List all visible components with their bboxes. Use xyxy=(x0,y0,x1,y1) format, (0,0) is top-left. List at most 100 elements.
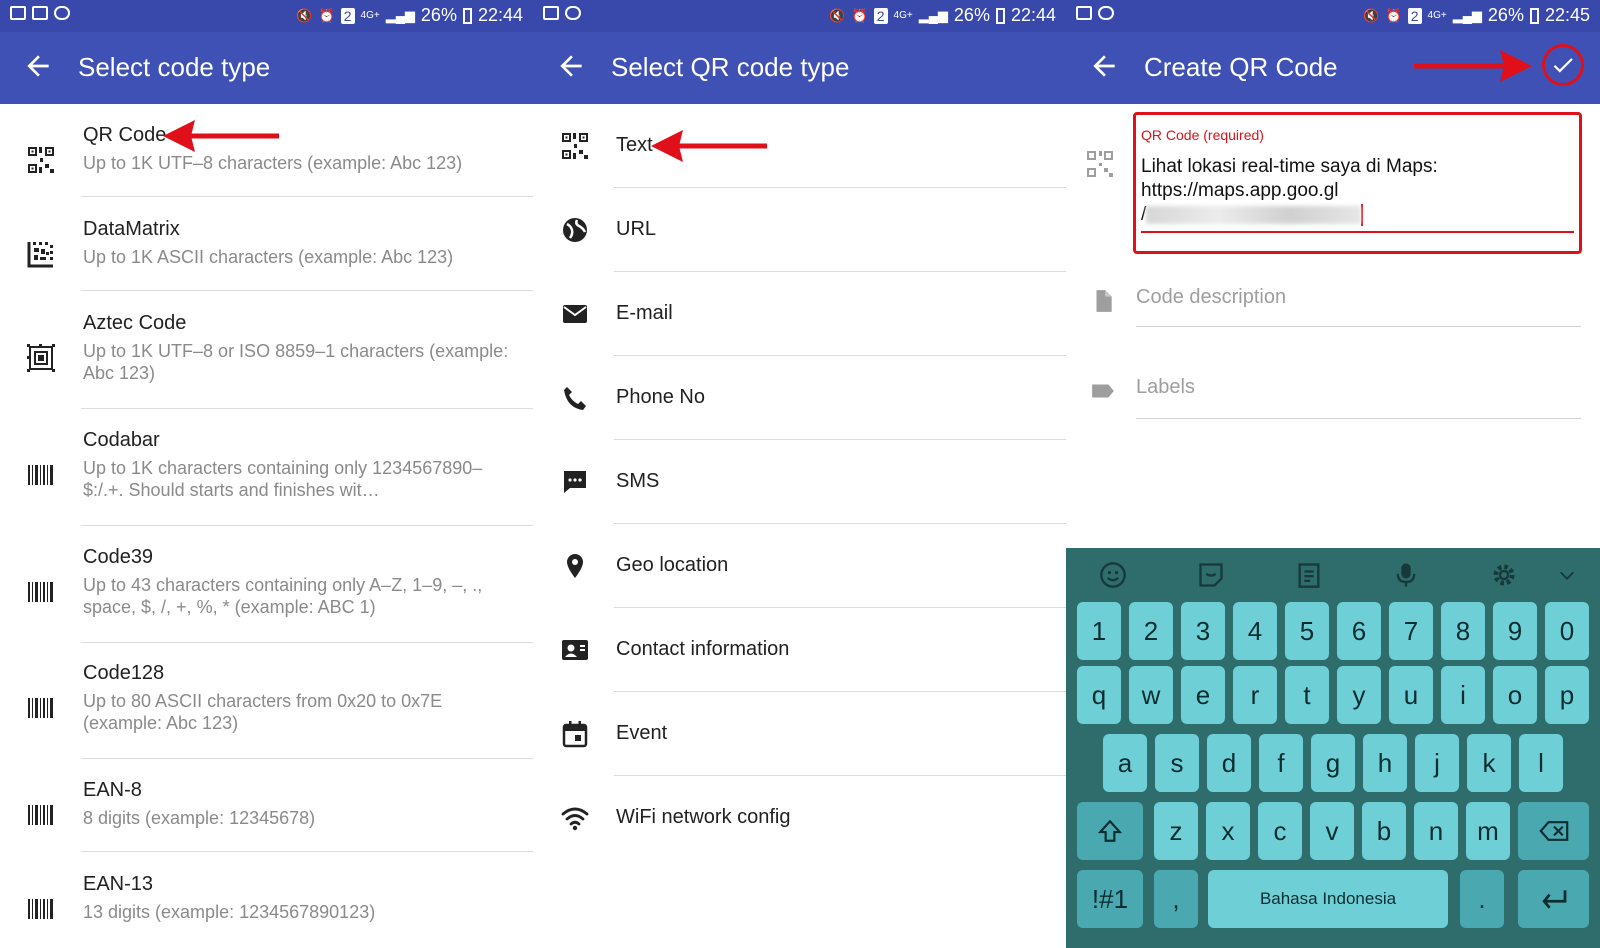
qr-type-item-e-mail[interactable]: E-mail xyxy=(533,272,1066,356)
wifi-icon xyxy=(561,804,589,832)
key-q[interactable]: q xyxy=(1077,666,1121,724)
clock: 22:45 xyxy=(1544,5,1590,25)
microphone-icon[interactable] xyxy=(1392,561,1420,589)
key-8[interactable]: 8 xyxy=(1441,602,1485,660)
qr-code-input[interactable]: QR Code (required) Lihat lokasi real-tim… xyxy=(1133,112,1582,254)
qr-type-item-phone-no[interactable]: Phone No xyxy=(533,356,1066,440)
code-description-field[interactable]: Code description xyxy=(1136,286,1581,336)
qr-icon xyxy=(561,132,589,160)
key-f[interactable]: f xyxy=(1259,734,1303,792)
qr-type-item-url[interactable]: URL xyxy=(533,188,1066,272)
text-cursor xyxy=(1361,203,1364,226)
key-1[interactable]: 1 xyxy=(1077,602,1121,660)
network-type: 4G+ xyxy=(893,10,913,21)
key-g[interactable]: g xyxy=(1311,734,1355,792)
status-bar: 🔇 ⏰ 2 4G+ ▂▄▆ 26% 22:44 xyxy=(533,0,1066,32)
key-3[interactable]: 3 xyxy=(1181,602,1225,660)
symbols-key[interactable]: !#1 xyxy=(1077,870,1143,928)
chevron-down-icon[interactable] xyxy=(1556,561,1578,589)
clipboard-icon[interactable] xyxy=(1295,561,1323,589)
key-x[interactable]: x xyxy=(1206,802,1250,860)
key-v[interactable]: v xyxy=(1310,802,1354,860)
code-type-item-ean-8[interactable]: EAN-8 8 digits (example: 12345678) xyxy=(0,779,533,852)
key-5[interactable]: 5 xyxy=(1285,602,1329,660)
key-0[interactable]: 0 xyxy=(1545,602,1589,660)
backspace-key[interactable] xyxy=(1518,802,1589,860)
envelope-icon xyxy=(561,300,589,328)
item-title: URL xyxy=(616,218,657,240)
save-button[interactable] xyxy=(1542,44,1584,86)
list-divider xyxy=(81,525,533,526)
comma-key[interactable]: , xyxy=(1154,870,1198,928)
key-m[interactable]: m xyxy=(1466,802,1510,860)
key-s[interactable]: s xyxy=(1155,734,1199,792)
key-u[interactable]: u xyxy=(1389,666,1433,724)
barcode-icon xyxy=(27,801,55,829)
code-type-item-codabar[interactable]: Codabar Up to 1K characters containing on… xyxy=(0,429,533,526)
qr-type-item-contact-information[interactable]: Contact information xyxy=(533,608,1066,692)
backspace-icon xyxy=(1538,821,1568,841)
key-z[interactable]: z xyxy=(1154,802,1198,860)
labels-field[interactable]: Labels xyxy=(1136,376,1581,426)
key-7[interactable]: 7 xyxy=(1389,602,1433,660)
key-p[interactable]: p xyxy=(1545,666,1589,724)
code-type-item-aztec-code[interactable]: Aztec Code Up to 1K UTF–8 or ISO 8859–1 c… xyxy=(0,312,533,409)
clock: 22:44 xyxy=(477,5,523,25)
key-c[interactable]: c xyxy=(1258,802,1302,860)
key-b[interactable]: b xyxy=(1362,802,1406,860)
create-qr-code-screen: 🔇 ⏰ 2 4G+ ▂▄▆ 26% 22:45 Create QR Code QR Code… xyxy=(1066,0,1600,948)
shift-key[interactable] xyxy=(1077,802,1143,860)
enter-key[interactable] xyxy=(1518,870,1589,928)
qr-type-item-wifi-network-config[interactable]: WiFi network config xyxy=(533,776,1066,860)
app-bar: Select code type xyxy=(0,32,533,104)
qr-type-item-text[interactable]: Text xyxy=(533,104,1066,188)
qr-type-item-sms[interactable]: SMS xyxy=(533,440,1066,524)
sticker-icon[interactable] xyxy=(1197,561,1225,589)
code-type-item-code39[interactable]: Code39 Up to 43 characters containing onl… xyxy=(0,546,533,643)
code-type-item-ean-13[interactable]: EAN-13 13 digits (example: 1234567890123) xyxy=(0,873,533,946)
back-arrow-icon[interactable] xyxy=(555,48,587,84)
key-2[interactable]: 2 xyxy=(1129,602,1173,660)
key-w[interactable]: w xyxy=(1129,666,1173,724)
key-h[interactable]: h xyxy=(1363,734,1407,792)
back-arrow-icon[interactable] xyxy=(1088,48,1120,84)
code-type-item-datamatrix[interactable]: DataMatrix Up to 1K ASCII characters (exa… xyxy=(0,218,533,291)
item-description: Up to 43 characters containing only A–Z,… xyxy=(83,575,483,617)
location-pin-icon xyxy=(561,552,589,580)
qr-icon xyxy=(1087,151,1113,177)
period-key[interactable]: . xyxy=(1460,870,1504,928)
key-l[interactable]: l xyxy=(1519,734,1563,792)
key-r[interactable]: r xyxy=(1233,666,1277,724)
check-icon xyxy=(1553,58,1573,73)
key-t[interactable]: t xyxy=(1285,666,1329,724)
key-e[interactable]: e xyxy=(1181,666,1225,724)
gear-icon[interactable] xyxy=(1490,561,1518,589)
key-a[interactable]: a xyxy=(1103,734,1147,792)
alarm-icon: ⏰ xyxy=(851,7,868,23)
qr-type-item-geo-location[interactable]: Geo location xyxy=(533,524,1066,608)
key-4[interactable]: 4 xyxy=(1233,602,1277,660)
app-bar: Create QR Code xyxy=(1066,32,1600,104)
key-j[interactable]: j xyxy=(1415,734,1459,792)
network-type: 4G+ xyxy=(1427,10,1447,21)
qr-code-value[interactable]: Lihat lokasi real-time saya di Maps: htt… xyxy=(1141,155,1571,227)
mute-icon: 🔇 xyxy=(1363,7,1380,23)
key-i[interactable]: i xyxy=(1441,666,1485,724)
qr-type-item-event[interactable]: Event xyxy=(533,692,1066,776)
wifi-status-icon xyxy=(54,6,70,20)
emoji-icon[interactable] xyxy=(1099,561,1127,589)
barcode-icon xyxy=(27,461,55,489)
key-k[interactable]: k xyxy=(1467,734,1511,792)
key-y[interactable]: y xyxy=(1337,666,1381,724)
item-description: Up to 1K characters containing only 1234… xyxy=(83,458,483,500)
key-6[interactable]: 6 xyxy=(1337,602,1381,660)
back-arrow-icon[interactable] xyxy=(22,48,54,84)
select-qr-type-screen: 🔇 ⏰ 2 4G+ ▂▄▆ 26% 22:44 Select QR code type Te… xyxy=(533,0,1066,948)
key-o[interactable]: o xyxy=(1493,666,1537,724)
code-type-item-code128[interactable]: Code128 Up to 80 ASCII characters from 0x… xyxy=(0,662,533,759)
space-key[interactable]: Bahasa Indonesia xyxy=(1208,870,1448,928)
key-9[interactable]: 9 xyxy=(1493,602,1537,660)
item-description: Up to 1K ASCII characters (example: Abc … xyxy=(83,247,454,267)
key-d[interactable]: d xyxy=(1207,734,1251,792)
key-n[interactable]: n xyxy=(1414,802,1458,860)
